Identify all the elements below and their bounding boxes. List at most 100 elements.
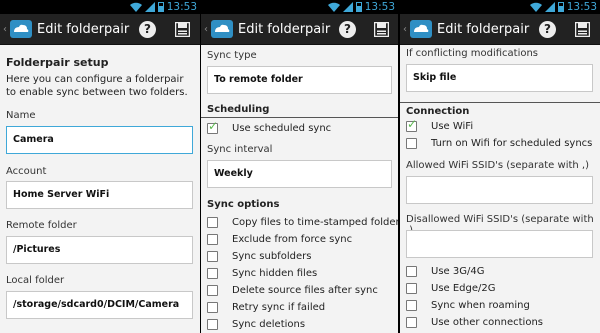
battery-icon <box>558 2 564 12</box>
scheduling-section: Scheduling <box>201 104 398 118</box>
status-icons <box>130 2 164 12</box>
action-bar: ‹ Edit folderpair ? <box>400 14 600 45</box>
signal-icon <box>545 2 555 12</box>
screen-sync-options: 13:53 ‹ Edit folderpair ? Sync type To r… <box>201 0 398 333</box>
use-scheduled-sync-checkbox[interactable] <box>207 119 218 134</box>
status-time: 13:53 <box>166 1 197 13</box>
allowed-ssid-input[interactable] <box>406 176 593 204</box>
use-scheduled-sync-label: Use scheduled sync <box>232 123 332 134</box>
turn-on-wifi-label: Turn on Wifi for scheduled syncs <box>431 138 593 149</box>
list-item[interactable]: Copy files to time-stamped folder <box>207 214 398 231</box>
option-checkbox[interactable] <box>406 317 417 328</box>
name-input[interactable]: Camera <box>6 126 193 154</box>
list-item[interactable]: Use 3G/4G <box>406 263 543 280</box>
list-item[interactable]: Sync subfolders <box>207 248 398 265</box>
status-icons <box>328 2 362 12</box>
option-label: Sync hidden files <box>232 268 318 279</box>
sync-options-list: Copy files to time-stamped folder Exclud… <box>207 214 398 333</box>
save-button[interactable] <box>374 22 389 37</box>
back-chevron-icon[interactable]: ‹ <box>3 24 9 35</box>
action-bar: ‹ Edit folderpair ? <box>0 14 200 45</box>
local-folder-input[interactable]: /storage/sdcard0/DCIM/Camera <box>6 291 193 319</box>
list-item[interactable]: Use other connections <box>406 314 543 331</box>
use-wifi-label: Use WiFi <box>431 121 474 132</box>
option-checkbox[interactable] <box>207 268 218 279</box>
help-button[interactable]: ? <box>139 21 156 38</box>
page-title: Edit folderpair <box>37 21 130 37</box>
option-label: Exclude from force sync <box>232 234 353 245</box>
battery-icon <box>356 2 362 12</box>
use-wifi-checkbox[interactable] <box>406 117 417 132</box>
app-logo-icon[interactable] <box>211 20 233 38</box>
option-label: Copy files to time-stamped folder <box>232 217 398 228</box>
option-label: Use 3G/4G <box>431 266 485 277</box>
signal-icon <box>145 2 155 12</box>
option-checkbox[interactable] <box>207 285 218 296</box>
list-item[interactable]: Use Edge/2G <box>406 280 543 297</box>
use-wifi-row[interactable]: Use WiFi <box>406 117 474 135</box>
remote-folder-label: Remote folder <box>6 220 77 231</box>
sync-options-section: Sync options <box>207 199 398 210</box>
sync-options-header: Sync options <box>207 199 280 210</box>
action-bar: ‹ Edit folderpair ? <box>201 14 398 45</box>
option-label: Use other connections <box>431 317 543 328</box>
conflict-select[interactable]: Skip file <box>406 64 593 92</box>
option-checkbox[interactable] <box>207 234 218 245</box>
battery-icon <box>158 2 164 12</box>
sync-interval-select[interactable]: Weekly <box>207 160 392 188</box>
scheduling-header: Scheduling <box>207 104 270 115</box>
turn-on-wifi-checkbox[interactable] <box>406 138 417 149</box>
status-bar: 13:53 <box>0 0 200 14</box>
save-button[interactable] <box>175 22 190 37</box>
option-checkbox[interactable] <box>406 300 417 311</box>
sync-type-label: Sync type <box>207 50 257 61</box>
status-time: 13:53 <box>364 1 395 13</box>
option-checkbox[interactable] <box>406 283 417 294</box>
option-checkbox[interactable] <box>207 302 218 313</box>
help-button[interactable]: ? <box>539 21 556 38</box>
list-item[interactable]: Sync when roaming <box>406 297 543 314</box>
save-button[interactable] <box>575 22 590 37</box>
option-checkbox[interactable] <box>207 217 218 228</box>
wifi-icon <box>530 2 542 12</box>
screens-composite: 13:53 ‹ Edit folderpair ? Folderpair set… <box>0 0 600 333</box>
name-label: Name <box>6 110 36 121</box>
setup-heading: Folderpair setup <box>6 56 109 69</box>
list-item[interactable]: Sync hidden files <box>207 265 398 282</box>
app-logo-icon[interactable] <box>10 20 32 38</box>
signal-icon <box>343 2 353 12</box>
remote-folder-input[interactable]: /Pictures <box>6 236 193 264</box>
app-logo-icon[interactable] <box>410 20 432 38</box>
use-scheduled-sync-row[interactable]: Use scheduled sync <box>207 119 332 137</box>
setup-description: Here you can configure a folderpair to e… <box>6 74 188 98</box>
account-select[interactable]: Home Server WiFi <box>6 181 193 209</box>
wifi-icon <box>328 2 340 12</box>
sync-interval-label: Sync interval <box>207 144 273 155</box>
list-item[interactable]: Exclude from force sync <box>207 231 398 248</box>
disallowed-ssid-input[interactable] <box>406 230 593 258</box>
status-icons <box>530 2 564 12</box>
status-bar: 13:53 <box>400 0 600 14</box>
conflict-label: If conflicting modifications <box>406 48 539 59</box>
list-item[interactable]: Retry sync if failed <box>207 299 398 316</box>
back-chevron-icon[interactable]: ‹ <box>204 24 210 35</box>
back-chevron-icon[interactable]: ‹ <box>403 24 409 35</box>
account-label: Account <box>6 166 47 177</box>
connection-header: Connection <box>406 106 470 117</box>
option-checkbox[interactable] <box>207 319 218 330</box>
option-label: Sync when roaming <box>431 300 530 311</box>
option-label: Sync subfolders <box>232 251 312 262</box>
option-checkbox[interactable] <box>406 266 417 277</box>
option-label: Use Edge/2G <box>431 283 496 294</box>
turn-on-wifi-row[interactable]: Turn on Wifi for scheduled syncs <box>406 135 592 152</box>
option-label: Retry sync if failed <box>232 302 326 313</box>
sync-type-select[interactable]: To remote folder <box>207 66 392 94</box>
help-button[interactable]: ? <box>339 21 356 38</box>
section-divider <box>201 117 398 118</box>
list-item[interactable]: Delete source files after sync <box>207 282 398 299</box>
status-bar: 13:53 <box>201 0 398 14</box>
list-item[interactable]: Sync deletions <box>207 316 398 333</box>
page-title: Edit folderpair <box>238 21 331 37</box>
option-checkbox[interactable] <box>207 251 218 262</box>
connection-options-list: Use 3G/4G Use Edge/2G Sync when roaming … <box>406 263 543 331</box>
